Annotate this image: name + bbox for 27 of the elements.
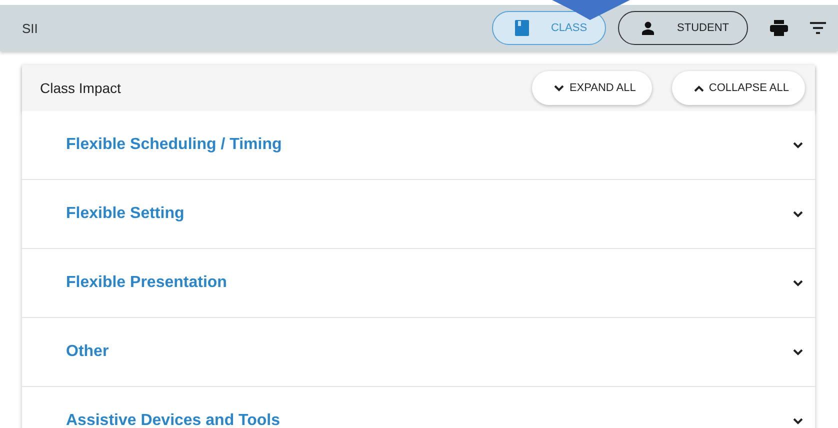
accordion-row[interactable]: Other (22, 318, 815, 387)
accordion-row[interactable]: Assistive Devices and Tools (22, 387, 815, 428)
chevron-icon (793, 418, 803, 424)
filter-icon[interactable] (810, 22, 826, 34)
chevron-icon (554, 84, 564, 92)
chevron-icon (793, 280, 803, 286)
section-title: Flexible Setting (66, 205, 186, 223)
chevron-icon (793, 142, 803, 148)
section-title: Assistive Devices and Tools (66, 412, 282, 428)
chevron-icon (793, 210, 803, 218)
chevron-icon (793, 348, 803, 356)
accordion-row[interactable]: Flexible Setting (22, 180, 815, 249)
chevron-icon (694, 84, 704, 92)
card-title: Class Impact (40, 80, 122, 96)
collapse-all-button[interactable]: COLLAPSE ALL (672, 71, 805, 105)
print-icon[interactable] (770, 20, 788, 36)
view-toggle-button[interactable]: STUDENT (618, 11, 748, 45)
accordion-row[interactable]: Flexible Presentation (22, 249, 815, 318)
view-toggle-button[interactable]: CLASS (492, 11, 606, 45)
section-title: Other (66, 343, 110, 361)
expand-all-button[interactable]: EXPAND ALL (532, 71, 652, 105)
app-title: SII (22, 20, 39, 36)
section-title: Flexible Presentation (66, 274, 228, 292)
person-icon (641, 21, 656, 35)
accordion-row[interactable]: Flexible Scheduling / Timing (22, 111, 815, 180)
book-icon (514, 20, 529, 36)
section-title: Flexible Scheduling / Timing (66, 136, 283, 154)
